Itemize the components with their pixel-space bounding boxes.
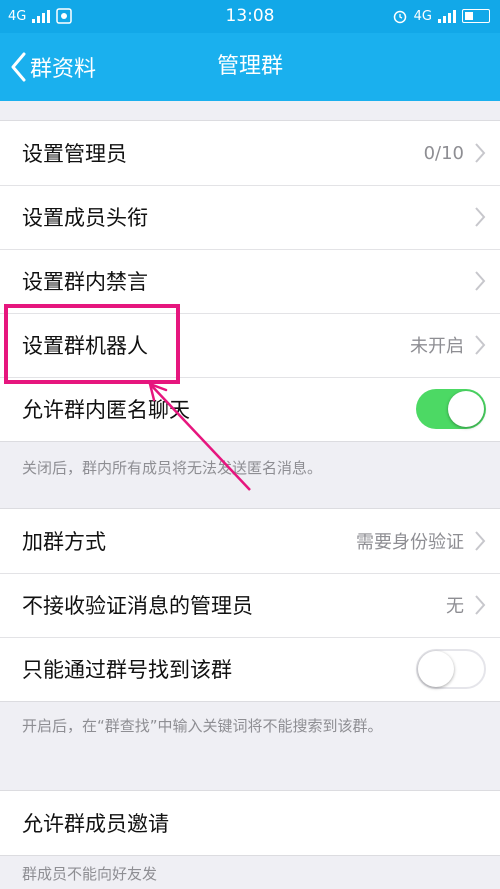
status-bar: 4G 13:08 4G [0,0,500,33]
row-find-by-number: 只能通过群号找到该群 [0,637,500,701]
row-set-admin[interactable]: 设置管理员 0/10 [0,121,500,185]
row-label: 设置成员头衔 [22,206,148,230]
row-label: 允许群成员邀请 [22,812,169,836]
row-group-robot[interactable]: 设置群机器人 未开启 [0,313,500,377]
anonymous-chat-toggle[interactable] [416,389,486,429]
chevron-right-icon [475,595,486,615]
chevron-right-icon [475,271,486,291]
settings-group-admin: 设置管理员 0/10 设置成员头衔 设置群内禁言 设置群机器人 未开启 允许群内… [0,120,500,442]
row-value: 未开启 [410,336,464,357]
chevron-right-icon [475,143,486,163]
chevron-right-icon [475,207,486,227]
row-label: 加群方式 [22,530,106,554]
battery-icon [462,9,490,23]
network-type-right: 4G [413,8,432,24]
row-label: 允许群内匿名聊天 [22,398,190,422]
row-join-method[interactable]: 加群方式 需要身份验证 [0,509,500,573]
nav-bar: 群资料 管理群 [0,33,500,101]
chevron-right-icon [475,335,486,355]
row-label: 设置群内禁言 [22,270,148,294]
row-label: 只能通过群号找到该群 [22,658,232,682]
note-anonymous: 关闭后，群内所有成员将无法发送匿名消息。 [22,459,323,477]
row-member-invite[interactable]: 允许群成员邀请 [0,791,500,855]
alarm-icon [393,10,406,24]
page-title: 管理群 [216,54,283,79]
signal-icon-right [438,9,456,23]
note-search: 开启后，在“群查找”中输入关键词将不能搜索到该群。 [22,717,383,735]
row-label: 设置群机器人 [22,334,148,358]
row-value: 需要身份验证 [356,532,464,553]
find-by-number-toggle[interactable] [416,649,486,689]
chevron-right-icon [475,531,486,551]
note-invite: 群成员不能向好友发 [22,865,158,883]
row-anonymous-chat: 允许群内匿名聊天 [0,377,500,441]
status-right: 4G [392,8,490,24]
row-label: 设置管理员 [22,142,127,166]
row-member-title[interactable]: 设置成员头衔 [0,185,500,249]
row-label: 不接收验证消息的管理员 [22,594,253,618]
row-value: 0/10 [423,142,464,164]
settings-group-join: 加群方式 需要身份验证 不接收验证消息的管理员 无 只能通过群号找到该群 [0,508,500,702]
settings-group-invite: 允许群成员邀请 [0,790,500,856]
row-verify-admin[interactable]: 不接收验证消息的管理员 无 [0,573,500,637]
row-value: 无 [446,596,464,617]
row-mute[interactable]: 设置群内禁言 [0,249,500,313]
